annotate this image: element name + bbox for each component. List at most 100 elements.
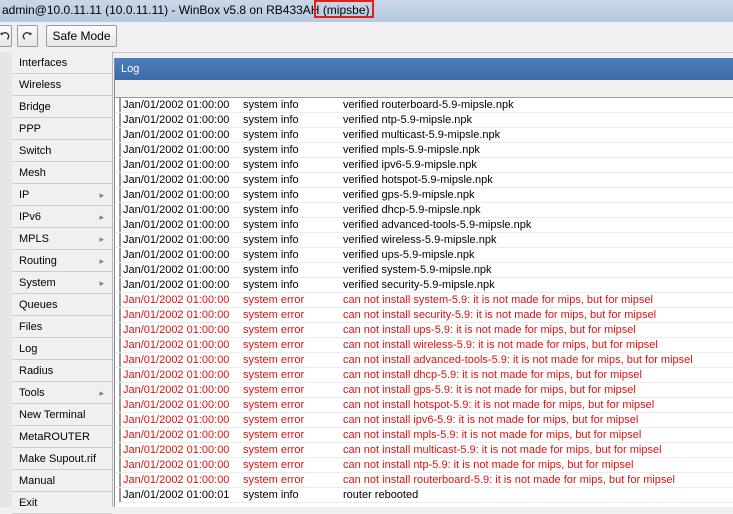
- log-row[interactable]: Jan/01/2002 01:00:00 system info verified …: [115, 218, 733, 233]
- redo-button[interactable]: [17, 25, 38, 47]
- log-row[interactable]: Jan/01/2002 01:00:00 system error can not …: [115, 368, 733, 383]
- sidebar-item-label: Queues: [19, 299, 58, 311]
- log-topics-cell: system info: [243, 144, 299, 156]
- log-row[interactable]: Jan/01/2002 01:00:00 system info verified …: [115, 203, 733, 218]
- log-row[interactable]: Jan/01/2002 01:00:00 system info verified …: [115, 233, 733, 248]
- sidebar-item-tools[interactable]: Tools ▸: [12, 382, 112, 404]
- sidebar-item-radius[interactable]: Radius: [12, 360, 112, 382]
- log-message-cell: can not install routerboard-5.9: it is n…: [343, 474, 675, 486]
- log-time-cell: Jan/01/2002 01:00:00: [123, 279, 230, 291]
- log-time-cell: Jan/01/2002 01:00:00: [123, 264, 230, 276]
- sidebar-item-label: MPLS: [19, 233, 49, 245]
- sidebar-item-mpls[interactable]: MPLS ▸: [12, 228, 112, 250]
- log-message-cell: can not install security-5.9: it is not …: [343, 309, 657, 321]
- log-message-cell: can not install multicast-5.9: it is not…: [343, 444, 662, 456]
- side-menu-strip: [0, 52, 12, 507]
- log-message-cell: can not install dhcp-5.9: it is not made…: [343, 369, 642, 381]
- log-row[interactable]: Jan/01/2002 01:00:00 system error can not …: [115, 428, 733, 443]
- sidebar-item-ipv6[interactable]: IPv6 ▸: [12, 206, 112, 228]
- log-row[interactable]: Jan/01/2002 01:00:00 system error can not …: [115, 323, 733, 338]
- log-topics-cell: system error: [243, 474, 305, 486]
- sidebar-item-system[interactable]: System ▸: [12, 272, 112, 294]
- log-list[interactable]: Jan/01/2002 01:00:00 system info verified …: [115, 98, 733, 503]
- log-row[interactable]: Jan/01/2002 01:00:00 system error can not …: [115, 443, 733, 458]
- sidebar-item-label: Files: [19, 321, 43, 333]
- log-message-cell: verified mpls-5.9-mipsle.npk: [343, 144, 480, 156]
- log-row[interactable]: Jan/01/2002 01:00:00 system error can not …: [115, 413, 733, 428]
- sidebar-item-ip[interactable]: IP ▸: [12, 184, 112, 206]
- log-topics-cell: system error: [243, 324, 305, 336]
- sidebar-item-mesh[interactable]: Mesh: [12, 162, 112, 184]
- log-topics-cell: system info: [243, 159, 299, 171]
- log-time-cell: Jan/01/2002 01:00:00: [123, 414, 230, 426]
- sidebar-item-label: Manual: [19, 475, 56, 487]
- undo-button[interactable]: [0, 25, 12, 47]
- log-row[interactable]: Jan/01/2002 01:00:00 system info verified …: [115, 128, 733, 143]
- sidebar-item-new-terminal[interactable]: New Terminal: [12, 404, 112, 426]
- log-topics-cell: system error: [243, 414, 305, 426]
- sidebar-item-label: Switch: [19, 145, 52, 157]
- log-time-cell: Jan/01/2002 01:00:00: [123, 399, 230, 411]
- sidebar-item-label: Log: [19, 343, 38, 355]
- sidebar-item-files[interactable]: Files: [12, 316, 112, 338]
- log-time-cell: Jan/01/2002 01:00:00: [123, 384, 230, 396]
- log-row[interactable]: Jan/01/2002 01:00:00 system error can not …: [115, 398, 733, 413]
- log-topics-cell: system info: [243, 489, 299, 501]
- log-row[interactable]: Jan/01/2002 01:00:00 system error can not …: [115, 338, 733, 353]
- sidebar-item-interfaces[interactable]: Interfaces: [12, 52, 112, 74]
- log-topics-cell: system error: [243, 399, 305, 411]
- log-row[interactable]: Jan/01/2002 01:00:00 system error can not …: [115, 293, 733, 308]
- log-message-cell: verified ntp-5.9-mipsle.npk: [343, 114, 473, 126]
- architecture-highlight-box: [314, 0, 374, 18]
- log-row[interactable]: Jan/01/2002 01:00:00 system info verified …: [115, 98, 733, 113]
- log-window-title[interactable]: Log: [115, 58, 733, 80]
- safe-mode-button[interactable]: Safe Mode: [46, 25, 117, 47]
- log-time-cell: Jan/01/2002 01:00:00: [123, 159, 230, 171]
- sidebar-item-label: MetaROUTER: [19, 431, 90, 443]
- log-message-cell: verified dhcp-5.9-mipsle.npk: [343, 204, 481, 216]
- sidebar-item-switch[interactable]: Switch: [12, 140, 112, 162]
- sidebar-item-make-supout-rif[interactable]: Make Supout.rif: [12, 448, 112, 470]
- sidebar-item-manual[interactable]: Manual: [12, 470, 112, 492]
- log-time-cell: Jan/01/2002 01:00:00: [123, 354, 230, 366]
- sidebar-item-wireless[interactable]: Wireless: [12, 74, 112, 96]
- sidebar-item-log[interactable]: Log: [12, 338, 112, 360]
- window-title-bar[interactable]: admin@10.0.11.11 (10.0.11.11) - WinBox v…: [0, 0, 733, 23]
- log-row[interactable]: Jan/01/2002 01:00:00 system info verified …: [115, 188, 733, 203]
- log-row[interactable]: Jan/01/2002 01:00:00 system info verified …: [115, 143, 733, 158]
- log-row[interactable]: Jan/01/2002 01:00:00 system info verified …: [115, 113, 733, 128]
- log-row[interactable]: Jan/01/2002 01:00:00 system error can not …: [115, 383, 733, 398]
- log-time-cell: Jan/01/2002 01:00:00: [123, 429, 230, 441]
- log-row[interactable]: Jan/01/2002 01:00:00 system info verified …: [115, 173, 733, 188]
- log-message-cell: verified security-5.9-mipsle.npk: [343, 279, 495, 291]
- log-topics-cell: system info: [243, 114, 299, 126]
- log-message-cell: verified ipv6-5.9-mipsle.npk: [343, 159, 477, 171]
- log-topics-cell: system info: [243, 174, 299, 186]
- log-row[interactable]: Jan/01/2002 01:00:00 system info verified …: [115, 263, 733, 278]
- log-row[interactable]: Jan/01/2002 01:00:00 system error can not …: [115, 353, 733, 368]
- log-message-cell: can not install advanced-tools-5.9: it i…: [343, 354, 693, 366]
- log-time-cell: Jan/01/2002 01:00:00: [123, 444, 230, 456]
- log-time-cell: Jan/01/2002 01:00:00: [123, 249, 230, 261]
- log-time-cell: Jan/01/2002 01:00:00: [123, 114, 230, 126]
- side-menu: Interfaces Wireless Bridge PPP Switch Mesh IP ▸…: [12, 52, 113, 514]
- sidebar-item-ppp[interactable]: PPP: [12, 118, 112, 140]
- sidebar-item-queues[interactable]: Queues: [12, 294, 112, 316]
- sidebar-item-metarouter[interactable]: MetaROUTER: [12, 426, 112, 448]
- log-row[interactable]: Jan/01/2002 01:00:00 system error can not …: [115, 308, 733, 323]
- log-row[interactable]: Jan/01/2002 01:00:00 system error can not …: [115, 458, 733, 473]
- log-time-cell: Jan/01/2002 01:00:00: [123, 99, 230, 111]
- log-row[interactable]: Jan/01/2002 01:00:00 system info verified …: [115, 158, 733, 173]
- sidebar-item-routing[interactable]: Routing ▸: [12, 250, 112, 272]
- log-window: Log Jan/01/2002 01:00:00 system info verif…: [114, 58, 733, 507]
- log-row[interactable]: Jan/01/2002 01:00:00 system info verified …: [115, 278, 733, 293]
- log-time-cell: Jan/01/2002 01:00:00: [123, 204, 230, 216]
- log-row[interactable]: Jan/01/2002 01:00:00 system error can not …: [115, 473, 733, 488]
- log-time-cell: Jan/01/2002 01:00:00: [123, 129, 230, 141]
- log-message-cell: can not install ntp-5.9: it is not made …: [343, 459, 634, 471]
- sidebar-item-exit[interactable]: Exit: [12, 492, 112, 514]
- log-row[interactable]: Jan/01/2002 01:00:00 system info verified …: [115, 248, 733, 263]
- log-row[interactable]: Jan/01/2002 01:00:01 system info router re…: [115, 488, 733, 503]
- log-message-cell: verified hotspot-5.9-mipsle.npk: [343, 174, 493, 186]
- sidebar-item-bridge[interactable]: Bridge: [12, 96, 112, 118]
